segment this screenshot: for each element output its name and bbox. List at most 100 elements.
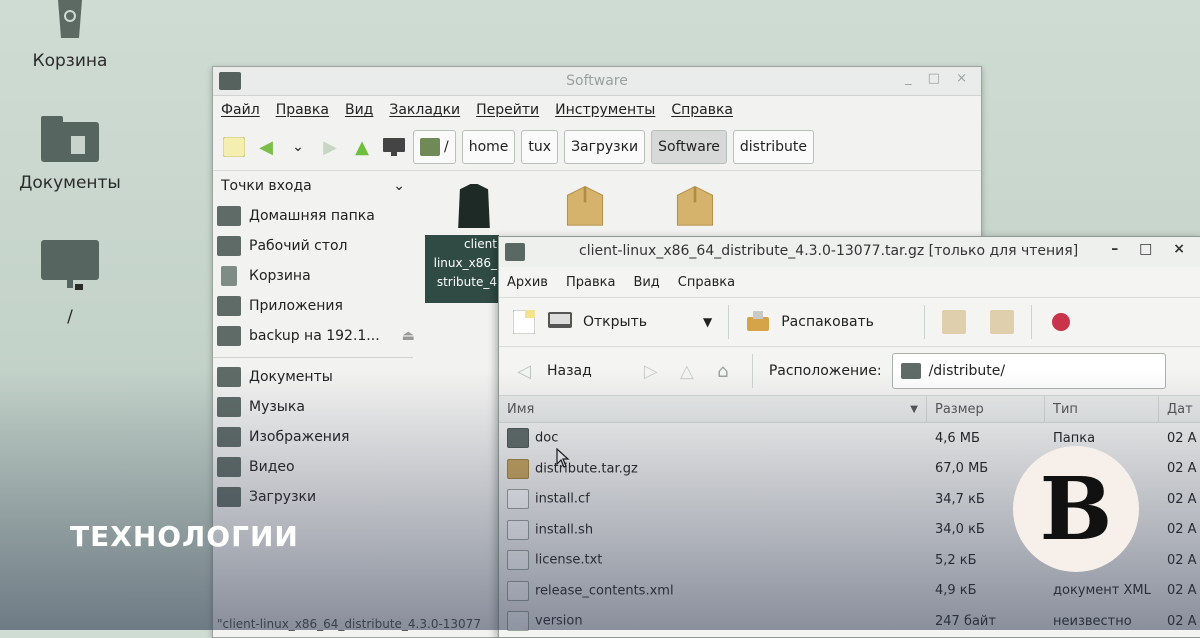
- home-icon[interactable]: ⌂: [710, 358, 736, 384]
- applications-icon: [217, 296, 241, 316]
- selected-file-label[interactable]: client linux_x86_ stribute_4: [425, 235, 499, 303]
- chevron-down-icon[interactable]: ⌄: [393, 178, 405, 194]
- desktop-icon-root[interactable]: /: [0, 240, 140, 327]
- sidebar-item-music[interactable]: Музыка: [213, 392, 413, 422]
- location-label: Расположение:: [768, 363, 882, 379]
- computer-icon[interactable]: [381, 134, 407, 160]
- file-type: неизвестно: [1053, 613, 1132, 629]
- menu-edit[interactable]: Правка: [566, 275, 615, 290]
- toolbar-divider: [728, 305, 730, 339]
- menu-go[interactable]: Перейти: [476, 102, 539, 118]
- eject-icon[interactable]: ⏏: [402, 328, 415, 344]
- sidebar-item-applications[interactable]: Приложения: [213, 291, 413, 321]
- places-header[interactable]: Точки входа ⌄: [213, 171, 413, 201]
- package-file-icon[interactable]: [563, 183, 607, 227]
- up-arrow-icon[interactable]: △: [674, 358, 700, 384]
- archive-file-icon[interactable]: [452, 184, 496, 228]
- path-root[interactable]: /: [413, 130, 456, 164]
- brand-logo: B: [1013, 446, 1139, 572]
- selected-file-line: linux_x86_: [433, 256, 497, 270]
- menu-view[interactable]: Вид: [633, 275, 659, 290]
- menu-view[interactable]: Вид: [345, 102, 373, 118]
- file-size: 5,2 кБ: [935, 552, 977, 568]
- stop-icon[interactable]: [1048, 309, 1074, 335]
- desktop-icon: [217, 236, 241, 256]
- window-controls[interactable]: – □ ×: [1111, 241, 1193, 257]
- sidebar-item-pictures[interactable]: Изображения: [213, 422, 413, 452]
- sidebar-item-downloads[interactable]: Загрузки: [213, 482, 413, 512]
- path-distribute[interactable]: distribute: [732, 130, 814, 164]
- window-controls[interactable]: _ □ ×: [905, 71, 973, 86]
- archive-toolbar: Открыть ▼ Распаковать: [499, 297, 1200, 346]
- chevron-down-icon[interactable]: ⌄: [285, 134, 311, 160]
- menu-archive[interactable]: Архив: [507, 275, 548, 290]
- sidebar-item-backup[interactable]: backup на 192.1... ⏏: [213, 321, 415, 351]
- package-file-icon[interactable]: [673, 183, 717, 227]
- places-header-label: Точки входа: [221, 178, 312, 194]
- file-name: install.sh: [535, 522, 594, 538]
- file-size: 4,6 МБ: [935, 430, 980, 446]
- column-name[interactable]: Имя ▼: [499, 396, 927, 422]
- path-software[interactable]: Software: [651, 130, 727, 164]
- sidebar-item-home[interactable]: Домашняя папка: [213, 201, 413, 231]
- folder-icon: [217, 367, 241, 387]
- sidebar-item-label: Корзина: [249, 268, 311, 284]
- extract-button[interactable]: Распаковать: [781, 314, 874, 330]
- path-segment-label: home: [468, 139, 509, 155]
- back-arrow-icon[interactable]: ◀: [253, 134, 279, 160]
- column-date[interactable]: Дат: [1159, 396, 1200, 422]
- desktop-icon-trash[interactable]: Корзина: [0, 0, 140, 71]
- selected-file-line: client: [464, 237, 497, 251]
- archive-titlebar[interactable]: client-linux_x86_64_distribute_4.3.0-130…: [499, 237, 1200, 267]
- menu-bookmarks[interactable]: Закладки: [389, 102, 460, 118]
- menu-edit[interactable]: Правка: [276, 102, 329, 118]
- trash-icon: [58, 0, 82, 38]
- forward-arrow-icon[interactable]: ▶: [317, 134, 343, 160]
- sidebar-item-videos[interactable]: Видео: [213, 452, 413, 482]
- extract-icon[interactable]: [745, 309, 771, 335]
- back-button[interactable]: Назад: [547, 363, 592, 379]
- sidebar-item-trash[interactable]: Корзина: [213, 261, 413, 291]
- menu-file[interactable]: Файл: [221, 102, 260, 118]
- file-date: 02 А: [1167, 613, 1197, 629]
- file-manager-toolbar: ◀ ⌄ ▶ ▲ / home tux Загрузки Software dis…: [213, 124, 981, 171]
- menu-help[interactable]: Справка: [671, 102, 733, 118]
- sidebar-item-documents[interactable]: Документы: [213, 362, 413, 392]
- file-size: 4,9 кБ: [935, 583, 977, 599]
- desktop-icon-label: Документы: [19, 173, 121, 193]
- menu-help[interactable]: Справка: [678, 275, 735, 290]
- new-folder-icon[interactable]: [221, 134, 247, 160]
- add-folder-icon[interactable]: [989, 309, 1015, 335]
- path-downloads[interactable]: Загрузки: [564, 130, 646, 164]
- file-type: документ XML: [1053, 583, 1151, 599]
- table-row[interactable]: version 247 байт неизвестно 02 А: [499, 606, 1200, 637]
- xml-file-icon: [507, 580, 529, 601]
- forward-arrow-icon[interactable]: ▷: [638, 358, 664, 384]
- sidebar-item-label: Рабочий стол: [249, 238, 348, 254]
- sidebar-item-label: Изображения: [249, 429, 350, 445]
- sidebar-item-label: backup на 192.1...: [249, 328, 380, 344]
- chevron-down-icon[interactable]: ▼: [703, 315, 712, 329]
- menu-tools[interactable]: Инструменты: [555, 102, 655, 118]
- location-field[interactable]: /distribute/: [891, 353, 1166, 389]
- sidebar-divider: [213, 351, 413, 358]
- file-name: install.cf: [535, 491, 590, 507]
- home-folder-icon: [217, 206, 241, 226]
- open-archive-icon[interactable]: [547, 309, 573, 335]
- add-files-icon[interactable]: [941, 309, 967, 335]
- path-home[interactable]: home: [461, 130, 516, 164]
- file-manager-titlebar[interactable]: Software _ □ ×: [213, 67, 981, 96]
- sidebar-item-desktop[interactable]: Рабочий стол: [213, 231, 413, 261]
- folder-icon: [217, 487, 241, 507]
- open-button[interactable]: Открыть: [583, 314, 647, 330]
- column-type[interactable]: Тип: [1045, 396, 1159, 422]
- path-tux[interactable]: tux: [521, 130, 559, 164]
- column-name-label: Имя: [507, 401, 535, 417]
- file-type: Папка: [1053, 430, 1096, 446]
- new-archive-icon[interactable]: [511, 309, 537, 335]
- back-arrow-icon[interactable]: ◁: [511, 358, 537, 384]
- up-arrow-icon[interactable]: ▲: [349, 134, 375, 160]
- column-size[interactable]: Размер: [927, 396, 1045, 422]
- desktop-icon-documents[interactable]: Документы: [0, 116, 140, 193]
- table-row[interactable]: release_contents.xml 4,9 кБ документ XML…: [499, 576, 1200, 607]
